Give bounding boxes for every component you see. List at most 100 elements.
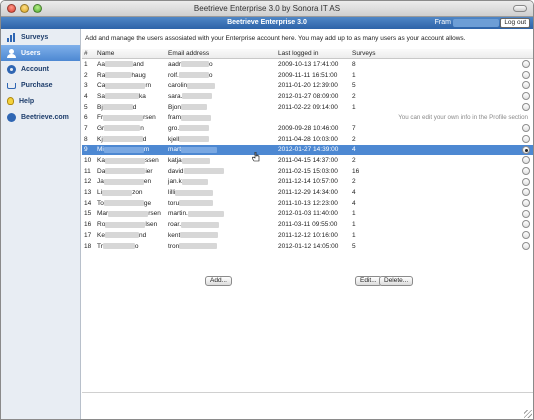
redacted-text [104, 157, 145, 164]
table-row[interactable]: 1 Aa and aadr o 2009-10-13 17:41:00 8 [82, 59, 533, 70]
sidebar-item-purchase[interactable]: Purchase [1, 77, 80, 93]
row-select-radio[interactable] [522, 241, 530, 250]
row-name: To ge [96, 200, 167, 207]
redacted-text [179, 125, 210, 132]
column-header-last-logged-in[interactable]: Last logged in [277, 50, 350, 57]
sidebar-item-users[interactable]: Users [1, 45, 80, 61]
redacted-text [187, 210, 224, 217]
row-select-radio[interactable] [522, 92, 530, 101]
row-surveys: 1 [352, 210, 356, 218]
row-number: 15 [84, 210, 92, 218]
row-email-end: o [208, 71, 213, 79]
logout-button[interactable]: Log out [500, 18, 530, 28]
sidebar-item-account[interactable]: Account [1, 61, 80, 77]
table-row[interactable]: 7 Gr n gro. 2009-09-28 10:46:00 7 [82, 123, 533, 134]
table-row[interactable]: 4 Sa ka sara. 2012-01-27 08:09:00 2 [82, 91, 533, 102]
row-select-radio[interactable] [522, 231, 530, 239]
edit-user-button[interactable]: Edit... [355, 276, 382, 286]
toolbar-toggle-icon[interactable] [513, 5, 527, 12]
row-email-start: david [168, 167, 184, 175]
row-email-start: Bjon [168, 103, 182, 111]
sidebar-item-beetrieve[interactable]: Beetrieve.com [1, 109, 80, 125]
redacted-text [183, 168, 224, 175]
row-name: Sa ka [96, 93, 167, 100]
redacted-text [102, 104, 133, 111]
table-row[interactable]: 18 Tr o tron 2012-01-12 14:05:00 5 [82, 241, 533, 252]
row-select-radio[interactable] [522, 60, 530, 68]
row-email: sara. [167, 93, 277, 100]
row-name-end: ge [143, 199, 152, 207]
sidebar-item-help[interactable]: Help [1, 93, 80, 109]
row-email-start: mart [168, 146, 181, 154]
table-row[interactable]: 2 Ra haug rolf. o 2009-11-11 16:51:00 1 [82, 70, 533, 81]
row-select-radio[interactable] [522, 220, 530, 229]
row-select-radio[interactable] [522, 166, 530, 175]
row-surveys: 2 [352, 178, 356, 186]
table-row[interactable]: 16 Ro lsen roar. 2011-03-11 09:55:00 1 [82, 219, 533, 230]
row-select-radio[interactable] [522, 70, 530, 79]
row-last-logged-in: 2012-01-27 14:39:00 [278, 146, 339, 154]
row-last-logged-in: 2011-03-11 09:55:00 [278, 221, 338, 229]
row-select-radio[interactable] [522, 188, 530, 197]
redacted-text [187, 82, 216, 89]
row-email: gro. [167, 125, 277, 132]
row-surveys: 7 [352, 124, 356, 132]
table-row[interactable]: 13 Li zon lilli 2011-12-29 14:34:00 4 [82, 187, 533, 198]
row-select-radio[interactable] [522, 209, 530, 218]
row-select-radio[interactable] [522, 102, 530, 111]
row-select-radio[interactable] [522, 134, 530, 143]
sidebar-item-label: Users [21, 49, 41, 57]
row-number: 12 [84, 178, 92, 186]
redacted-text [181, 157, 210, 164]
column-header-email[interactable]: Email address [167, 50, 277, 57]
row-name-start: Kj [97, 135, 103, 143]
row-last-logged-in: 2009-09-28 10:46:00 [278, 124, 339, 132]
row-surveys: 4 [352, 199, 356, 207]
table-row[interactable]: 12 Ja en jan.k 2011-12-14 10:57:00 2 [82, 177, 533, 188]
users-table[interactable]: # Name Email address Last logged in Surv… [82, 49, 533, 393]
row-select-radio[interactable] [522, 81, 530, 90]
row-number: 5 [84, 103, 88, 111]
row-select-radio[interactable] [522, 198, 530, 207]
sidebar-item-surveys[interactable]: Surveys [1, 29, 80, 45]
sidebar-item-label: Surveys [21, 33, 49, 41]
row-name-start: Sa [97, 92, 105, 100]
delete-user-button[interactable]: Delete... [379, 276, 414, 286]
row-select-radio[interactable] [522, 156, 530, 165]
row-email: mart [167, 146, 277, 153]
row-name-start: Mar [97, 210, 109, 218]
redacted-text [105, 72, 132, 79]
add-user-button[interactable]: Add... [205, 276, 232, 286]
redacted-text [104, 61, 133, 68]
app-header: Beetrieve Enterprise 3.0 Fram Log out [1, 17, 533, 29]
table-row[interactable]: 5 Bj d Bjon 2011-02-22 09:14:00 1 [82, 102, 533, 113]
table-row[interactable]: 17 Ke nd kent 2011-12-12 10:16:00 1 [82, 230, 533, 241]
row-select-radio[interactable] [522, 124, 530, 133]
row-email: Bjon [167, 104, 277, 111]
table-row[interactable]: 6 Fr rsen fram You can edit your own info in… [82, 112, 533, 123]
row-select-radio[interactable] [522, 177, 530, 186]
redacted-text [180, 232, 219, 239]
redacted-text [179, 243, 218, 250]
row-email-start: carolin [168, 82, 188, 90]
row-name-end: o [134, 242, 139, 250]
table-row[interactable]: 9 Mi m mart 2012-01-27 14:39:00 4 [82, 144, 533, 156]
table-row[interactable]: 10 Ka ssen katja 2011-04-15 14:37:00 2 [82, 155, 533, 166]
row-select-radio[interactable] [522, 145, 530, 154]
row-name-end: lsen [145, 221, 158, 229]
row-surveys: 2 [352, 135, 356, 143]
column-header-num[interactable]: # [82, 50, 96, 57]
resize-grip-icon[interactable] [524, 410, 532, 418]
table-row[interactable]: 14 To ge toru 2011-10-13 12:23:00 4 [82, 198, 533, 209]
row-email-start: kjell [168, 135, 180, 143]
table-row[interactable]: 15 Mar rsen martin. 2012-01-03 11:40:00 1 [82, 209, 533, 220]
column-header-name[interactable]: Name [96, 50, 167, 57]
column-header-surveys[interactable]: Surveys [350, 50, 390, 57]
redacted-text [105, 168, 146, 175]
current-user-label: Fram [434, 19, 451, 26]
table-row[interactable]: 8 Kj d kjell 2011-04-28 10:03:00 2 [82, 134, 533, 145]
table-row[interactable]: 3 Ca rn carolin 2011-01-20 12:39:00 5 [82, 80, 533, 91]
row-name: Ka ssen [96, 157, 167, 164]
row-name-end: ka [138, 92, 146, 100]
table-row[interactable]: 11 Da ier david 2011-02-15 15:03:00 16 [82, 166, 533, 177]
